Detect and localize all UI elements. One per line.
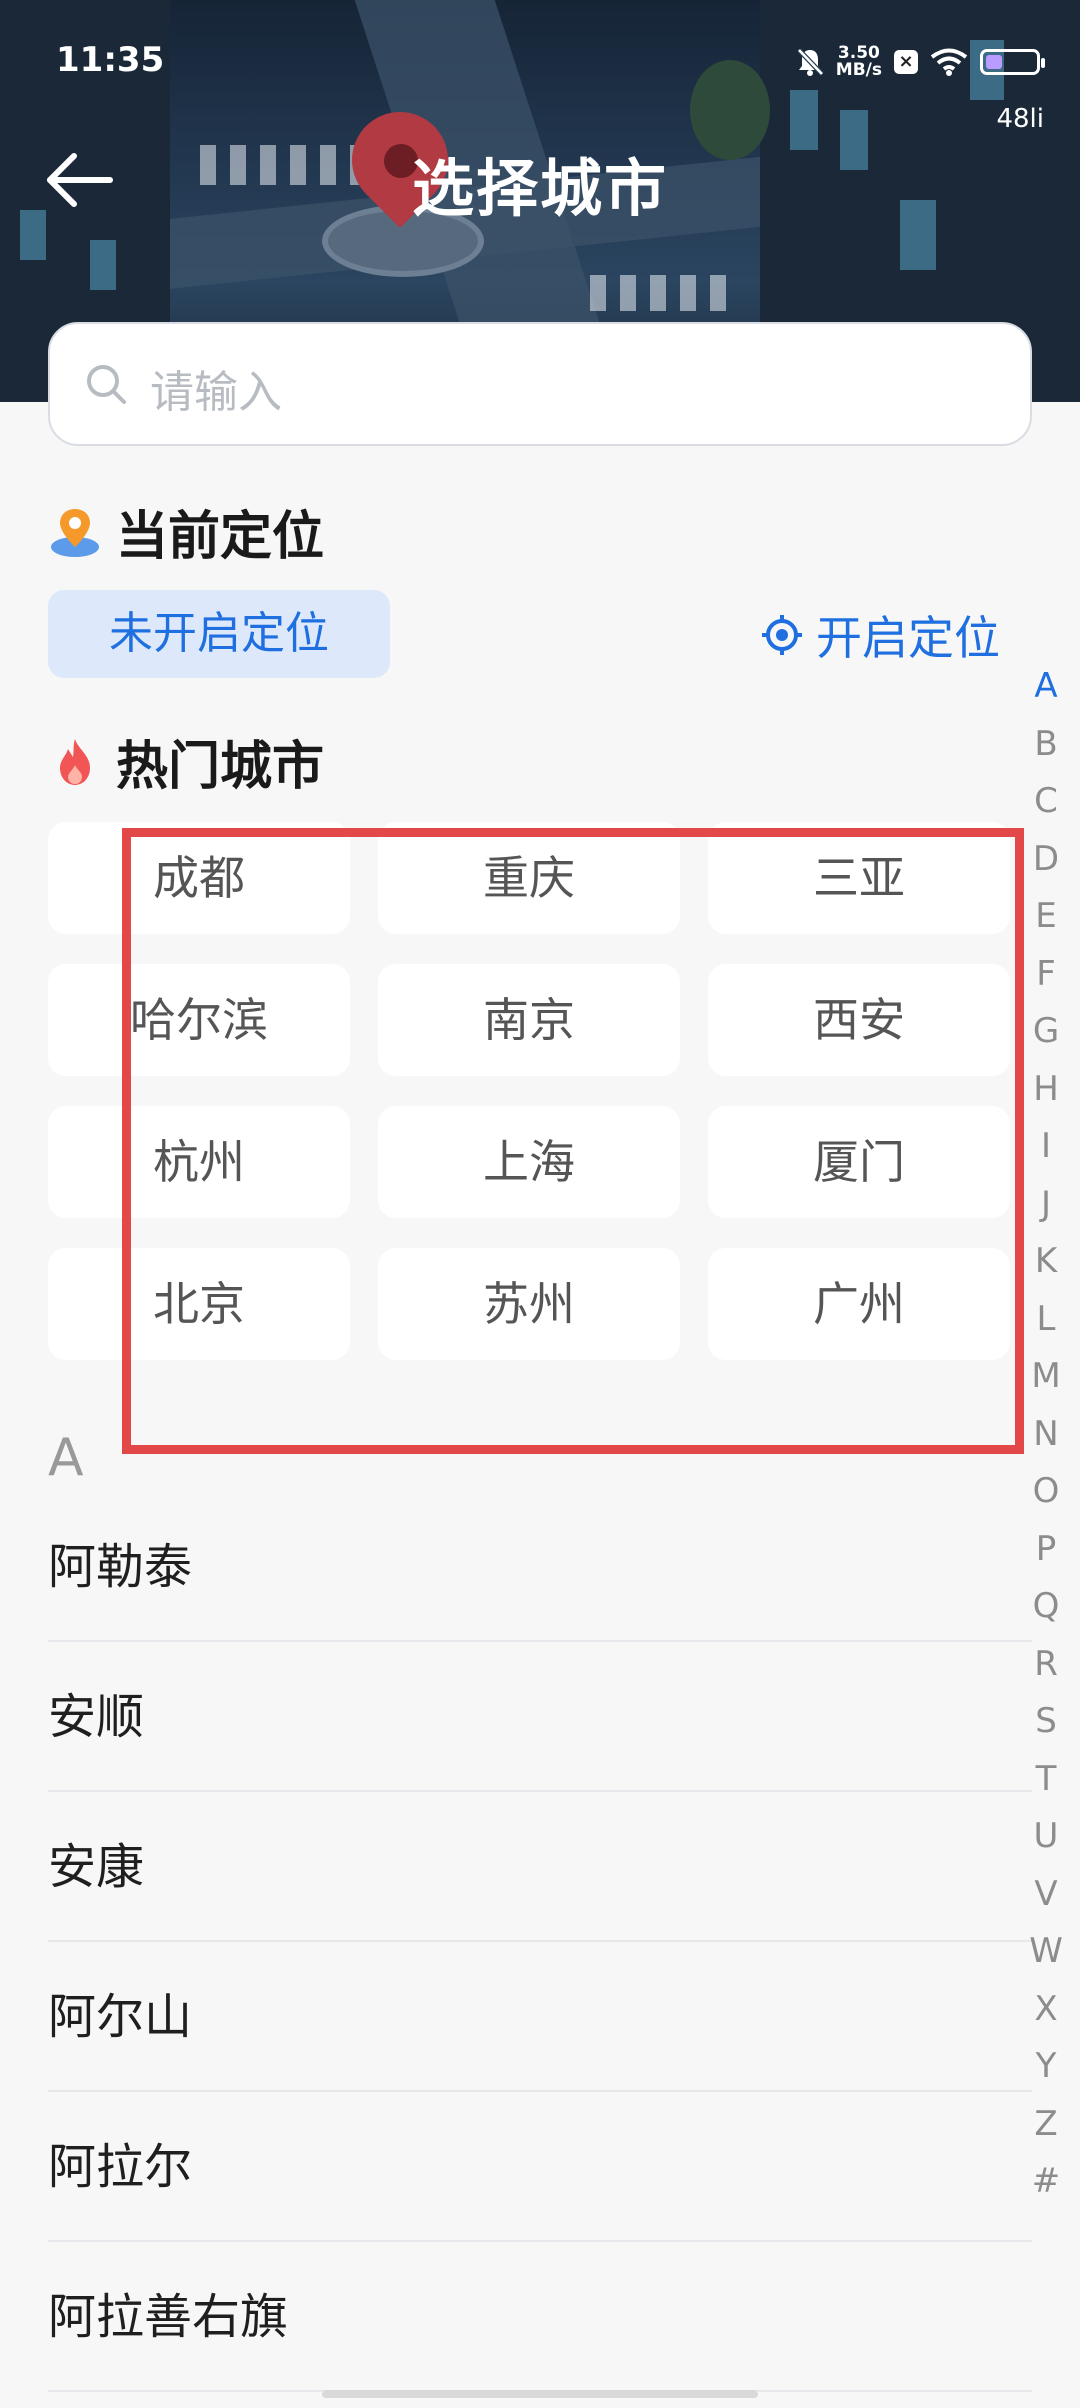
- index-letter[interactable]: O: [1026, 1463, 1066, 1521]
- index-letter[interactable]: L: [1026, 1291, 1066, 1349]
- battery-icon: [980, 49, 1045, 75]
- index-letter[interactable]: E: [1026, 888, 1066, 946]
- location-pin-icon: [51, 508, 99, 557]
- index-letter[interactable]: W: [1026, 1923, 1066, 1981]
- index-letter[interactable]: C: [1026, 773, 1066, 831]
- index-letter[interactable]: F: [1026, 946, 1066, 1004]
- bell-muted-icon: [796, 48, 824, 76]
- status-time: 11:35: [56, 40, 165, 80]
- city-list-item[interactable]: 阿拉善右旗: [48, 2242, 1032, 2392]
- city-list-item[interactable]: 安顺: [48, 1642, 1032, 1792]
- home-indicator[interactable]: [322, 2390, 758, 2398]
- index-letter[interactable]: Z: [1026, 2096, 1066, 2154]
- page-title: 选择城市: [411, 152, 668, 225]
- locate-target-icon: [762, 615, 802, 655]
- index-letter[interactable]: #: [1026, 2153, 1066, 2211]
- highlight-box: [122, 828, 1024, 1454]
- fire-icon: [60, 738, 90, 785]
- status-sub-label: 48li: [996, 104, 1044, 134]
- index-letter[interactable]: M: [1026, 1348, 1066, 1406]
- city-list-item[interactable]: 阿拉尔: [48, 2092, 1032, 2242]
- index-letter[interactable]: V: [1026, 1866, 1066, 1924]
- alphabet-index: A B C D E F G H I J K L M N O P Q R S T …: [1026, 658, 1066, 2211]
- index-letter[interactable]: N: [1026, 1406, 1066, 1464]
- hot-cities-heading: 热门城市: [48, 724, 324, 799]
- index-letter[interactable]: U: [1026, 1808, 1066, 1866]
- index-letter[interactable]: P: [1026, 1521, 1066, 1579]
- index-letter[interactable]: J: [1026, 1176, 1066, 1234]
- index-letter[interactable]: S: [1026, 1693, 1066, 1751]
- current-location-heading: 当前定位: [48, 494, 324, 569]
- index-letter[interactable]: X: [1026, 1981, 1066, 2039]
- network-speed: 3.50 MB/s: [835, 43, 882, 80]
- city-list-item[interactable]: 阿勒泰: [48, 1492, 1032, 1642]
- status-bar: 11:35 3.50 MB/s ×: [56, 40, 1045, 84]
- index-letter[interactable]: T: [1026, 1751, 1066, 1809]
- app-notification-icon: ×: [894, 50, 918, 74]
- enable-location-button[interactable]: 开启定位: [760, 600, 1000, 670]
- index-letter[interactable]: H: [1026, 1061, 1066, 1119]
- location-status-chip: 未开启定位: [48, 590, 390, 678]
- city-list-item[interactable]: 安康: [48, 1792, 1032, 1942]
- index-letter[interactable]: Y: [1026, 2038, 1066, 2096]
- search-input[interactable]: 请输入: [48, 322, 1032, 446]
- wifi-icon: [930, 48, 968, 76]
- index-letter[interactable]: D: [1026, 831, 1066, 889]
- index-letter[interactable]: A: [1026, 658, 1066, 716]
- search-icon: [87, 365, 126, 404]
- index-letter[interactable]: R: [1026, 1636, 1066, 1694]
- section-letter-header: A: [48, 1428, 84, 1488]
- search-placeholder: 请输入: [150, 367, 282, 418]
- index-letter[interactable]: B: [1026, 716, 1066, 774]
- index-letter[interactable]: I: [1026, 1118, 1066, 1176]
- index-letter[interactable]: K: [1026, 1233, 1066, 1291]
- index-letter[interactable]: G: [1026, 1003, 1066, 1061]
- city-list-item[interactable]: 阿尔山: [48, 1942, 1032, 2092]
- index-letter[interactable]: Q: [1026, 1578, 1066, 1636]
